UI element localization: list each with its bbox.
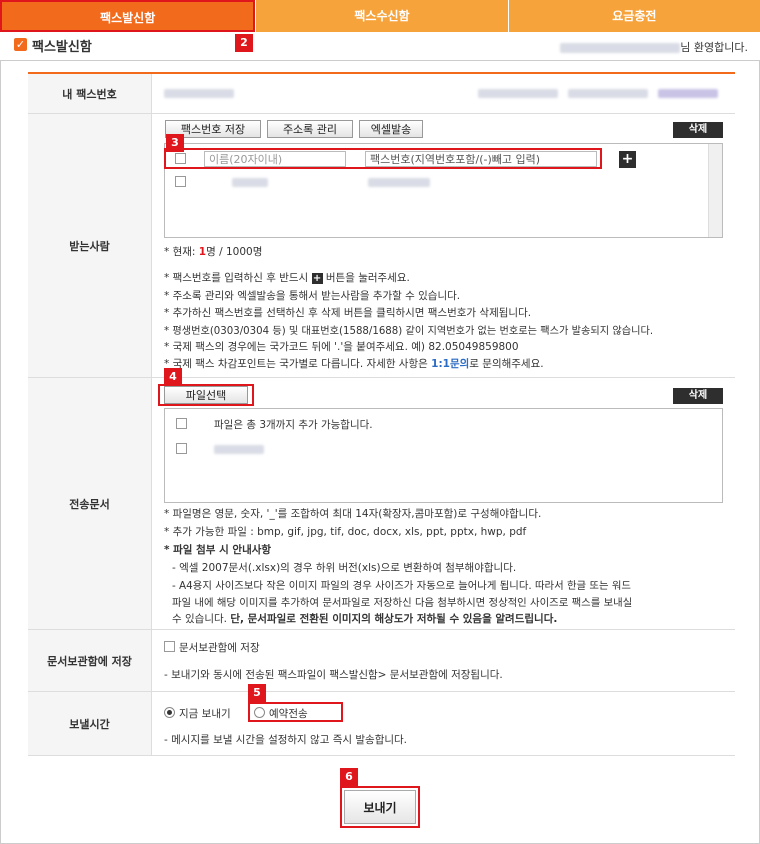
recipient-fax-input[interactable]: 팩스번호(지역번호포함/(-)빼고 입력) — [365, 151, 597, 167]
row-archive: 문서보관함에 저장 — [28, 630, 735, 692]
document-note-2: * 추가 가능한 파일 : bmp, gif, jpg, tif, doc, d… — [164, 526, 527, 538]
add-recipient-plus-icon[interactable]: + — [619, 151, 636, 168]
plus-icon: + — [311, 272, 323, 284]
address-book-button[interactable]: 주소록 관리 — [267, 120, 353, 138]
reserve-send-label: 예약전송 — [269, 708, 308, 720]
recipient-name-input[interactable]: 이름(20자이내) — [204, 151, 346, 167]
label-recipients: 받는사람 — [28, 114, 152, 377]
file-name-redacted — [214, 445, 264, 454]
recipient-note-6: * 국제 팩스 차감포인트는 국가별로 다릅니다. 자세한 사항은 1:1문의로… — [164, 358, 544, 370]
welcome-suffix: 님 환영합니다. — [680, 41, 748, 54]
recipient-note-4: * 평생번호(0303/0304 등) 및 대표번호(1588/1688) 같이… — [164, 326, 654, 337]
recipient-name-redacted — [232, 178, 268, 187]
archive-note: - 보내기와 동시에 전송된 팩스파일이 팩스발신함> 문서보관함에 저장됩니다… — [164, 669, 503, 681]
archive-checkbox[interactable] — [164, 641, 175, 652]
welcome-message: 님 환영합니다. — [560, 39, 748, 55]
recipient-row-checkbox[interactable] — [175, 176, 186, 187]
fax-info-redacted-2 — [568, 89, 648, 98]
annotation-badge-5: 5 — [248, 684, 266, 702]
page-title: 팩스발신함 — [32, 40, 92, 55]
recipient-note-1: * 팩스번호를 입력하신 후 반드시 + 버튼을 눌러주세요. — [164, 272, 410, 284]
send-button[interactable]: 보내기 — [344, 790, 416, 824]
recipient-count: * 현재: 1명 / 1000명 — [164, 246, 263, 258]
label-documents: 전송문서 — [28, 378, 152, 629]
recipient-note-3: * 추가하신 팩스번호를 선택하신 후 삭제 버튼을 클릭하시면 팩스번호가 삭… — [164, 307, 532, 319]
checkbox-checked-icon: ✓ — [14, 38, 27, 51]
document-note-4: - 엑셀 2007문서(.xlsx)의 경우 하위 버전(xls)으로 변환하여… — [172, 562, 517, 574]
document-note-3: * 파일 첨부 시 안내사항 — [164, 544, 272, 556]
label-my-fax: 내 팩스번호 — [28, 74, 152, 113]
document-note-7: 수 있습니다. 단, 문서파일로 전환된 이미지의 해상도가 저하될 수 있음을… — [172, 613, 558, 625]
label-send-time: 보낼시간 — [28, 692, 152, 755]
top-tabs: 팩스발신함 팩스수신함 요금충전 — [0, 0, 760, 32]
tab-charge[interactable]: 요금충전 — [507, 0, 760, 32]
recipient-input-checkbox[interactable] — [175, 153, 186, 164]
document-note-6: 파일 내에 해당 이미지를 추가하여 문서파일로 저장하신 다음 첨부하시면 정… — [172, 597, 633, 609]
recipient-count-current: 1 — [198, 246, 207, 258]
recipient-fax-redacted — [368, 178, 430, 187]
tab-fax-inbox[interactable]: 팩스수신함 — [255, 0, 508, 32]
delete-file-button[interactable]: 삭제 — [673, 388, 723, 404]
file-row-checkbox-2[interactable] — [176, 443, 187, 454]
delete-recipient-button[interactable]: 삭제 — [673, 122, 723, 138]
recipient-note-2: * 주소록 관리와 엑셀발송을 통해서 받는사람을 추가할 수 있습니다. — [164, 290, 461, 302]
excel-send-button[interactable]: 엑셀발송 — [359, 120, 423, 138]
user-id-redacted — [560, 43, 681, 53]
send-time-note: - 메시지를 보낼 시간을 설정하지 않고 즉시 발송합니다. — [164, 734, 408, 746]
point-info-redacted — [658, 89, 718, 98]
recipient-list-scrollbar[interactable] — [708, 144, 722, 237]
inquiry-link[interactable]: 1:1문의 — [431, 358, 469, 370]
document-warning: 단, 문서파일로 전환된 이미지의 해상도가 저하될 수 있음을 알려드립니다. — [230, 613, 558, 625]
reserve-send-radio[interactable] — [254, 707, 265, 718]
document-note-1: * 파일명은 영문, 숫자, '_'를 조합하여 최대 14자(확장자,콤마포함… — [164, 508, 542, 520]
send-now-radio[interactable] — [164, 707, 175, 718]
label-archive: 문서보관함에 저장 — [28, 630, 152, 691]
send-now-label: 지금 보내기 — [179, 708, 231, 720]
file-row-checkbox-1[interactable] — [176, 418, 187, 429]
document-note-5: - A4용지 사이즈보다 작은 이미지 파일의 경우 사이즈가 자동으로 늘어나… — [172, 580, 631, 592]
fax-info-redacted — [478, 89, 558, 98]
annotation-badge-6: 6 — [340, 768, 358, 786]
recipient-note-5: * 국제 팩스의 경우에는 국가코드 뒤에 '.'을 붙여주세요. 예) 82.… — [164, 341, 519, 353]
tab-fax-outbox[interactable]: 팩스발신함 — [0, 0, 256, 32]
my-fax-number-redacted — [164, 89, 234, 98]
file-limit-hint: 파일은 총 3개까지 추가 가능합니다. — [214, 419, 373, 431]
row-my-fax: 내 팩스번호 — [28, 72, 735, 114]
file-select-button[interactable]: 파일선택 — [164, 386, 248, 404]
archive-checkbox-label: 문서보관함에 저장 — [179, 642, 260, 654]
